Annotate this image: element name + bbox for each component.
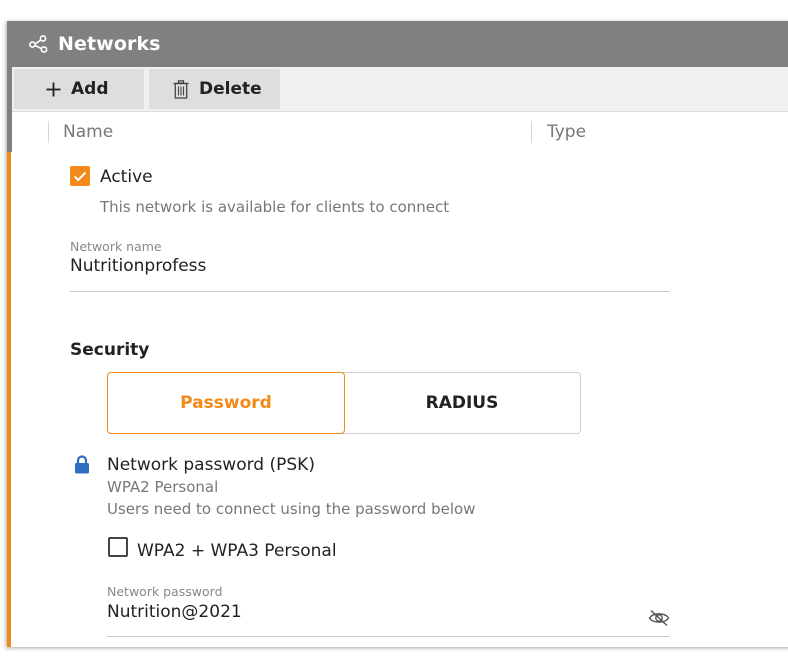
delete-button-label: Delete: [199, 79, 262, 99]
window-frame: Add Delete Name Type Active This network…: [7, 67, 788, 647]
network-password-underline: [107, 636, 670, 637]
network-password-value: Nutrition@2021: [107, 602, 242, 622]
column-header-type[interactable]: Type: [547, 122, 586, 142]
active-checkbox[interactable]: [70, 166, 90, 186]
network-password-label: Network password: [107, 584, 223, 599]
window-title: Networks: [58, 33, 161, 55]
network-detail-panel: Active This network is available for cli…: [7, 152, 788, 647]
security-option-password[interactable]: Password: [107, 372, 345, 434]
add-button[interactable]: Add: [14, 69, 144, 109]
share-network-icon: [29, 34, 49, 54]
lock-icon: [74, 455, 90, 478]
column-divider[interactable]: [531, 121, 532, 143]
network-password-field[interactable]: Nutrition@2021: [107, 602, 670, 634]
add-button-label: Add: [71, 79, 109, 99]
checkmark-icon: [73, 171, 87, 181]
wpa3-checkbox[interactable]: [108, 537, 128, 557]
security-option-radius[interactable]: RADIUS: [344, 373, 580, 433]
trash-icon: [173, 79, 189, 99]
psk-title: Network password (PSK): [107, 455, 315, 475]
delete-button[interactable]: Delete: [149, 69, 280, 109]
network-name-underline: [70, 291, 670, 292]
networks-window: Networks Add Delete Name Type Active Thi…: [7, 21, 788, 647]
toolbar: Add Delete: [12, 67, 788, 112]
psk-description: Users need to connect using the password…: [107, 500, 476, 518]
active-description: This network is available for clients to…: [100, 198, 450, 216]
eye-slash-icon[interactable]: [648, 609, 670, 631]
active-label: Active: [100, 167, 153, 187]
table-header: Name Type: [12, 112, 788, 153]
network-name-label: Network name: [70, 239, 162, 254]
security-heading: Security: [70, 340, 150, 360]
column-header-name[interactable]: Name: [63, 122, 113, 142]
plus-icon: [46, 82, 61, 97]
security-segmented-control: Password RADIUS: [107, 372, 581, 434]
title-bar: Networks: [7, 21, 788, 67]
network-name-value: Nutritionprofess: [70, 256, 207, 276]
column-divider: [48, 121, 49, 143]
wpa3-label: WPA2 + WPA3 Personal: [137, 541, 337, 561]
network-name-field[interactable]: Nutritionprofess: [70, 256, 670, 290]
psk-mode: WPA2 Personal: [107, 478, 219, 496]
